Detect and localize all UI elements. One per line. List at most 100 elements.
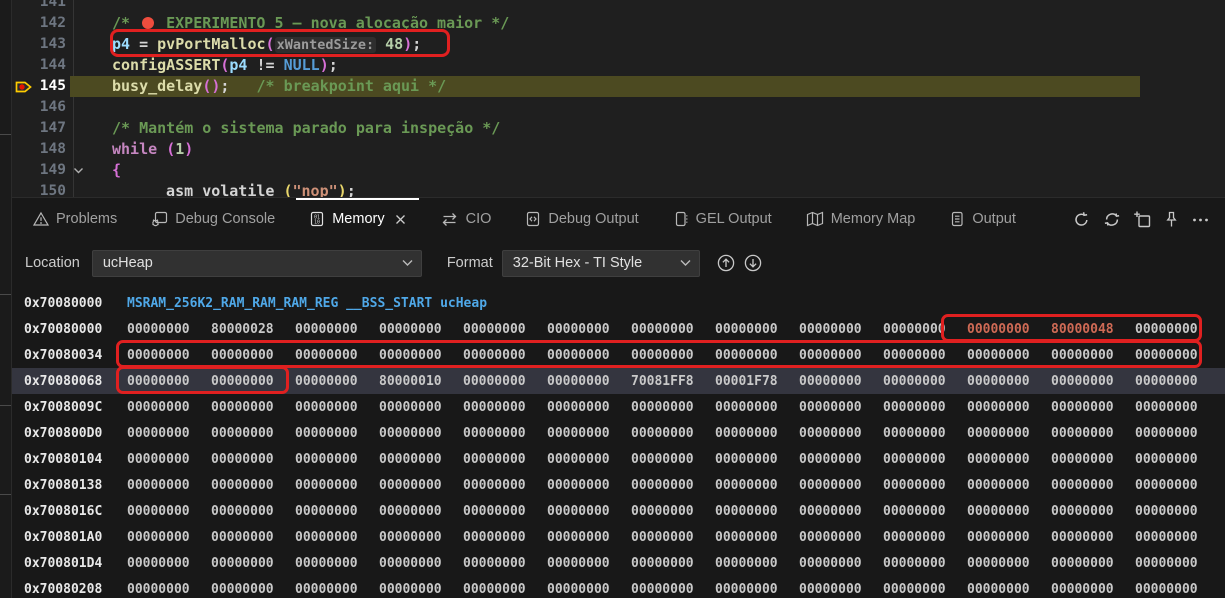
breakpoint-current-icon[interactable] [15,79,33,95]
tab-memory[interactable]: 0110 Memory [292,198,422,240]
memory-value-cell: 00000000 [883,556,967,571]
memory-value-cell: 00000000 [883,348,967,363]
chevron-down-icon[interactable] [680,259,691,267]
memory-value-cell: 00000000 [379,426,463,441]
code-line[interactable]: 141 [12,0,1225,13]
memory-toolbar: Location ucHeap Format 32-Bit Hex - TI S… [12,240,1225,286]
scroll-down-circle-icon[interactable] [744,254,762,272]
memory-row[interactable]: 0x70080138 00000000000000000000000000000… [12,472,1225,498]
code-line[interactable]: 142 /* EXPERIMENTO 5 — nova alocação mai… [12,13,1225,34]
memory-value-cell: 00000000 [1135,322,1219,337]
memory-value-cell: 00000000 [1051,582,1135,597]
memory-row[interactable]: 0x700801A0 00000000000000000000000000000… [12,524,1225,550]
location-input[interactable]: ucHeap [92,250,422,277]
code-token: 48 [385,35,403,53]
memory-value-cell: 00000000 [547,504,631,519]
memory-value-cell: 00000000 [631,556,715,571]
memory-value-cell: 00000000 [715,452,799,467]
memory-row[interactable]: 0x70080034 00000000000000000000000000000… [12,342,1225,368]
memory-value-cell: 00000000 [715,348,799,363]
memory-value-cell: 00000000 [1135,504,1219,519]
memory-value-cell: 00000000 [967,452,1051,467]
memory-address: 0x7008009C [24,400,104,415]
memory-symbols: MSRAM_256K2_RAM_RAM_RAM_REG __BSS_START … [127,296,487,311]
gutter-line-number[interactable]: 141 [12,0,70,13]
more-actions-button[interactable] [1192,211,1209,228]
memory-row[interactable]: 0x70080000 00000000800000280000000000000… [12,316,1225,342]
memory-value-cell: 00000000 [463,322,547,337]
code-line[interactable]: 146 [12,97,1225,118]
warning-triangle-icon [33,211,49,227]
memory-value-cell: 00000000 [295,348,379,363]
code-token: "nop" [293,182,338,197]
gutter-line-number[interactable]: 143 [12,34,70,55]
code-token [376,35,385,53]
memory-value-cell: 80000010 [379,374,463,389]
gutter-line-number[interactable]: 148 [12,139,70,160]
memory-value-cell: 00000000 [1135,530,1219,545]
memory-row[interactable]: 0x70080104 00000000000000000000000000000… [12,446,1225,472]
memory-value-cell: 00000000 [463,556,547,571]
code-line[interactable]: 147 /* Mantém o sistema parado para insp… [12,118,1225,139]
memory-value-cell: 00000000 [1051,504,1135,519]
code-line[interactable]: 144 configASSERT(p4 != NULL); [12,55,1225,76]
code-token: ) [184,140,193,158]
code-editor[interactable]: 141 142 /* EXPERIMENTO 5 — nova alocação… [12,0,1225,197]
memory-value-cell: 00000000 [883,582,967,597]
gutter-line-number[interactable]: 142 [12,13,70,34]
memory-row[interactable]: 0x700801D4 00000000000000000000000000000… [12,550,1225,576]
code-token: ( [266,35,275,53]
code-token: NULL [284,56,320,74]
memory-row[interactable]: 0x700800D0 00000000000000000000000000000… [12,420,1225,446]
code-line[interactable]: 148 while (1) [12,139,1225,160]
tab-output[interactable]: Output [932,198,1033,240]
memory-value-cell: 00000000 [295,426,379,441]
memory-row[interactable]: 0x7008009C 00000000000000000000000000000… [12,394,1225,420]
close-icon[interactable] [395,214,406,225]
code-token: /* Mantém o sistema parado para inspeção… [112,119,500,137]
tab-memory-map[interactable]: Memory Map [789,198,933,240]
location-label: Location [25,255,80,271]
gutter-line-number[interactable]: 150 [12,181,70,197]
auto-refresh-button[interactable] [1103,211,1121,228]
gutter-line-number[interactable]: 144 [12,55,70,76]
tab-cio[interactable]: CIO [423,198,509,240]
code-token: /* [112,14,139,32]
code-token: 1 [175,140,184,158]
code-line[interactable]: 145 busy_delay(); /* breakpoint aqui */ [12,76,1225,97]
gutter-line-number[interactable]: 149 [12,160,70,181]
code-line[interactable]: 150 __asm volatile ("nop"); [12,181,1225,197]
memory-value-cell: 00000000 [211,478,295,493]
memory-value-cell: 00000000 [547,348,631,363]
pin-button[interactable] [1164,211,1179,228]
tab-debug-output[interactable]: Debug Output [508,198,655,240]
memory-row[interactable]: 0x70080208 00000000000000000000000000000… [12,576,1225,598]
format-select[interactable]: 32-Bit Hex - TI Style [502,250,700,277]
gutter-line-number[interactable]: 147 [12,118,70,139]
tab-debug-console[interactable]: Debug Console [134,198,292,240]
memory-value-cell: 00000000 [1051,452,1135,467]
memory-symbol-row[interactable]: 0x70080000 MSRAM_256K2_RAM_RAM_RAM_REG _… [12,290,1225,316]
memory-value-cell: 00000000 [799,426,883,441]
code-line[interactable]: 143 p4 = pvPortMalloc(xWantedSize: 48); [12,34,1225,55]
scroll-up-circle-icon[interactable] [717,254,735,272]
memory-value-cell: 00000000 [715,556,799,571]
gutter-line-number[interactable]: 146 [12,97,70,118]
memory-value-cell: 80000028 [211,322,295,337]
new-memory-view-button[interactable] [1134,211,1151,228]
tab-problems[interactable]: Problems [16,198,134,240]
tab-gel-output[interactable]: GEL Output [656,198,789,240]
memory-value-cell: 00000000 [211,374,295,389]
memory-value-cell: 00001F78 [715,374,799,389]
memory-value-cell: 00000000 [463,374,547,389]
refresh-button[interactable] [1073,211,1090,228]
chevron-down-icon[interactable] [402,259,413,267]
memory-row[interactable]: 0x7008016C 00000000000000000000000000000… [12,498,1225,524]
code-line[interactable]: 149 { [12,160,1225,181]
memory-row[interactable]: 0x70080068 00000000000000000000000080000… [12,368,1225,394]
memory-value-cell: 00000000 [715,478,799,493]
gutter-line-number[interactable]: 145 [12,76,70,97]
memory-value-cell: 00000000 [631,426,715,441]
memory-value-cell: 00000000 [295,478,379,493]
memory-value-cell: 00000000 [967,556,1051,571]
